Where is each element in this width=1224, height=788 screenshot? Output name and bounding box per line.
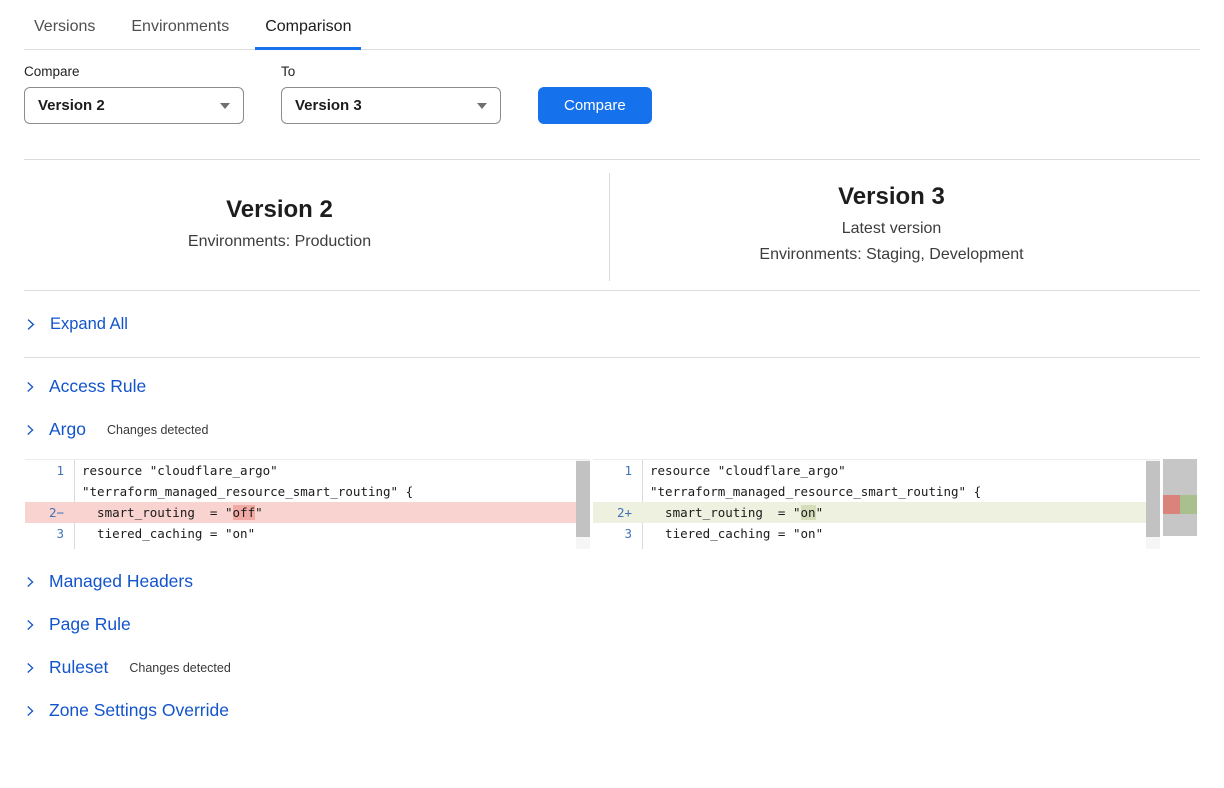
diff-minimap[interactable]: [1163, 459, 1197, 549]
section-label: Page Rule: [49, 614, 131, 635]
tab-comparison[interactable]: Comparison: [255, 14, 361, 50]
diff-panel-right[interactable]: 1resource "cloudflare_argo""terraform_ma…: [593, 459, 1160, 549]
changes-detected-badge: Changes detected: [129, 661, 230, 675]
code-text: "terraform_managed_resource_smart_routin…: [643, 481, 981, 502]
diff-panel-left[interactable]: 1resource "cloudflare_argo""terraform_ma…: [25, 459, 590, 549]
code-text: resource "cloudflare_argo": [643, 460, 846, 481]
diff-line: 1resource "cloudflare_argo": [25, 460, 590, 481]
chevron-right-icon: [24, 424, 36, 436]
diff-line: "terraform_managed_resource_smart_routin…: [593, 481, 1160, 502]
section-label: Access Rule: [49, 376, 146, 397]
section-label: Managed Headers: [49, 571, 193, 592]
version-right-title: Version 3: [609, 183, 1174, 211]
scrollbar-thumb[interactable]: [576, 461, 590, 537]
compare-version-select[interactable]: Version 2: [24, 87, 244, 124]
chevron-down-icon: [220, 103, 230, 109]
expand-all-toggle[interactable]: Expand All: [24, 291, 1200, 357]
line-number: 1: [593, 460, 643, 481]
chevron-right-icon: [24, 381, 36, 393]
to-field: To Version 3: [281, 64, 501, 124]
to-version-select[interactable]: Version 3: [281, 87, 501, 124]
version-header-left: Version 2 Environments: Production: [0, 196, 609, 255]
version-headers: Version 2 Environments: Production Versi…: [0, 160, 1224, 290]
compare-field: Compare Version 2: [24, 64, 244, 124]
section-zone-settings-override[interactable]: Zone Settings Override: [24, 689, 1200, 732]
code-text: tiered_caching = "on": [643, 523, 823, 544]
line-number: [593, 544, 643, 549]
chevron-right-icon: [24, 662, 36, 674]
code-text: }: [643, 544, 658, 549]
chevron-down-icon: [477, 103, 487, 109]
diff-line: 3 tiered_caching = "on": [25, 523, 590, 544]
version-header-right: Version 3 Latest version Environments: S…: [609, 183, 1224, 268]
line-number: 2−: [25, 502, 75, 523]
compare-form: Compare Version 2 To Version 3 Compare: [24, 64, 1200, 124]
diff-line: }: [25, 544, 590, 549]
code-text: tiered_caching = "on": [75, 523, 255, 544]
chevron-right-icon: [24, 576, 36, 588]
version-right-latest: Latest version: [609, 216, 1174, 242]
code-text: "terraform_managed_resource_smart_routin…: [75, 481, 413, 502]
minimap-added-marker: [1180, 495, 1197, 514]
diff-line: 2− smart_routing = "off": [25, 502, 590, 523]
version-left-environments: Environments: Production: [24, 229, 535, 255]
section-label: Argo: [49, 419, 86, 440]
chevron-right-icon: [24, 705, 36, 717]
diff-line: "terraform_managed_resource_smart_routin…: [25, 481, 590, 502]
to-label: To: [281, 64, 501, 79]
tab-versions[interactable]: Versions: [24, 14, 105, 49]
changes-detected-badge: Changes detected: [107, 423, 208, 437]
line-number: 3: [593, 523, 643, 544]
compare-label: Compare: [24, 64, 244, 79]
diff-line: 3 tiered_caching = "on": [593, 523, 1160, 544]
code-text: }: [75, 544, 90, 549]
tab-bar: Versions Environments Comparison: [24, 0, 1200, 50]
line-number: [25, 544, 75, 549]
expand-all-label: Expand All: [50, 315, 128, 334]
section-argo[interactable]: Argo Changes detected: [24, 408, 1200, 451]
code-text: smart_routing = "on": [643, 502, 823, 523]
version-right-environments: Environments: Staging, Development: [609, 242, 1174, 268]
line-number: 1: [25, 460, 75, 481]
line-number: [25, 481, 75, 502]
compare-button[interactable]: Compare: [538, 87, 652, 124]
comparison-page: Versions Environments Comparison Compare…: [0, 0, 1224, 788]
line-number: 3: [25, 523, 75, 544]
chevron-right-icon: [24, 619, 36, 631]
diff-line: 2+ smart_routing = "on": [593, 502, 1160, 523]
minimap-removed-marker: [1163, 495, 1180, 514]
section-label: Zone Settings Override: [49, 700, 229, 721]
compare-version-value: Version 2: [38, 97, 105, 114]
section-list: Access Rule Argo Changes detected 1resou…: [0, 358, 1224, 732]
diff-line: 1resource "cloudflare_argo": [593, 460, 1160, 481]
code-text: resource "cloudflare_argo": [75, 460, 278, 481]
vertical-divider: [609, 173, 610, 281]
chevron-right-icon: [24, 318, 37, 331]
to-version-value: Version 3: [295, 97, 362, 114]
code-text: smart_routing = "off": [75, 502, 263, 523]
section-label: Ruleset: [49, 657, 108, 678]
section-managed-headers[interactable]: Managed Headers: [24, 560, 1200, 603]
section-ruleset[interactable]: Ruleset Changes detected: [24, 646, 1200, 689]
scrollbar-thumb[interactable]: [1146, 461, 1160, 537]
line-number: 2+: [593, 502, 643, 523]
version-left-title: Version 2: [24, 196, 535, 224]
argo-diff: 1resource "cloudflare_argo""terraform_ma…: [25, 459, 1224, 549]
line-number: [593, 481, 643, 502]
section-page-rule[interactable]: Page Rule: [24, 603, 1200, 646]
section-access-rule[interactable]: Access Rule: [24, 365, 1200, 408]
tab-environments[interactable]: Environments: [121, 14, 239, 49]
diff-line: }: [593, 544, 1160, 549]
